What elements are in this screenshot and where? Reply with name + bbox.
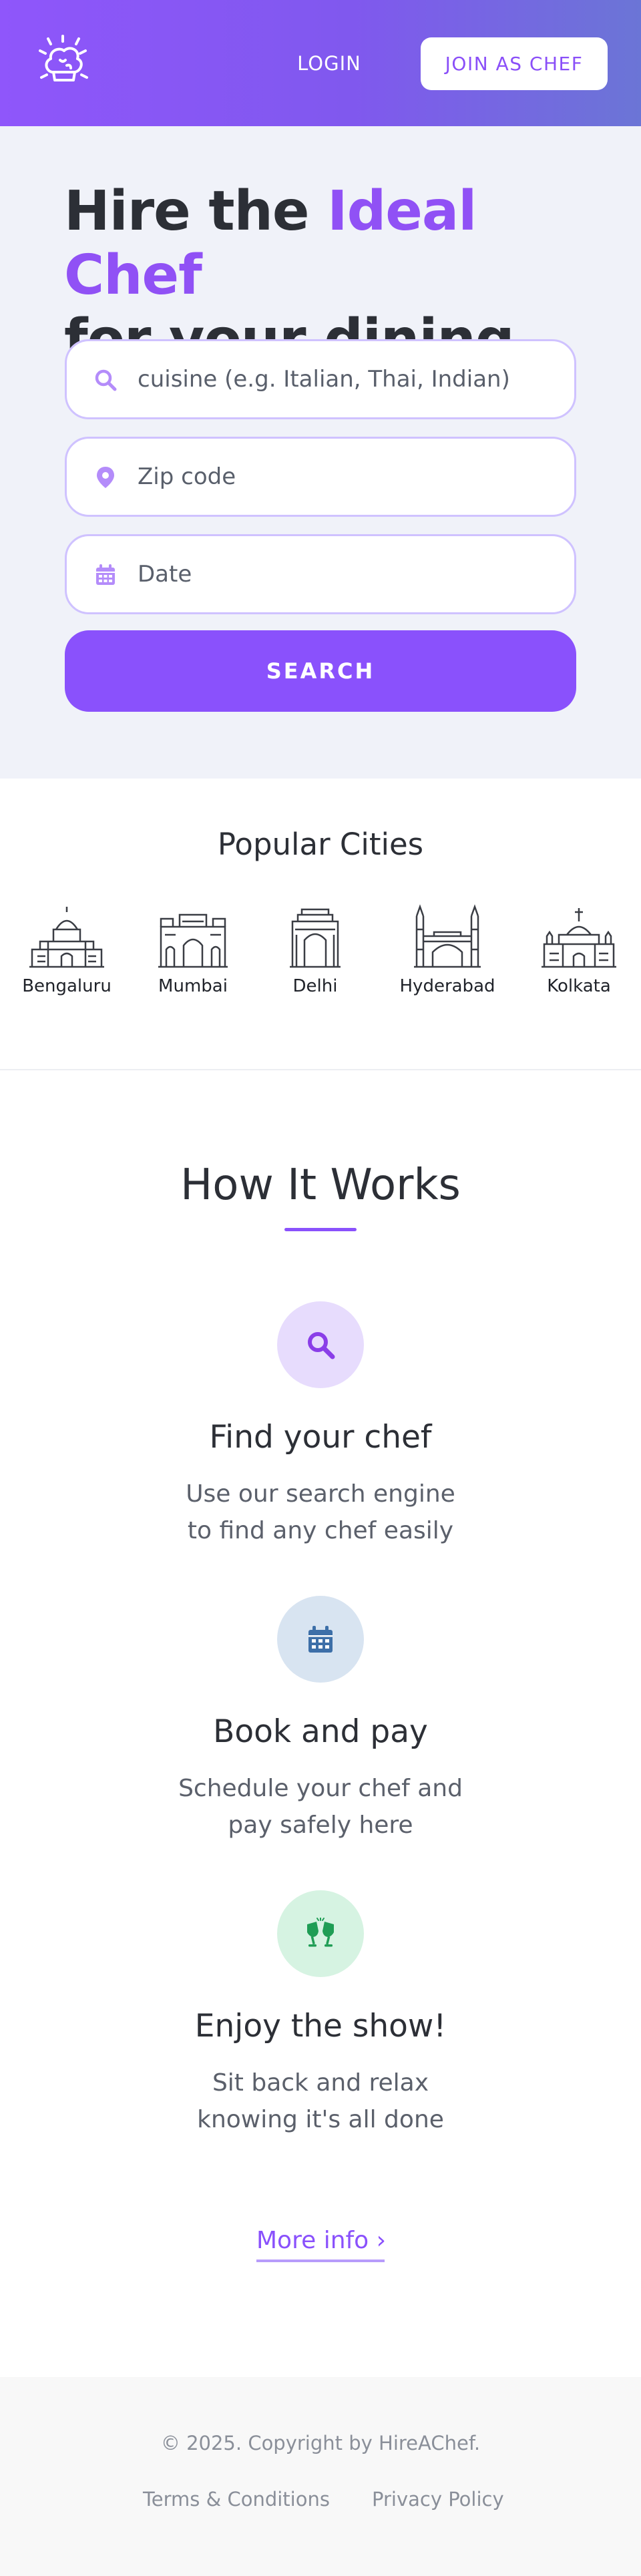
mumbai-gateway-icon — [158, 913, 228, 968]
calendar-icon — [308, 1626, 333, 1653]
site-header: LOGIN JOIN AS CHEF — [0, 0, 641, 126]
date-placeholder: Date — [138, 561, 192, 588]
cuisine-placeholder: cuisine (e.g. Italian, Thai, Indian) — [138, 366, 510, 393]
calendar-icon — [93, 563, 118, 587]
zip-placeholder: Zip code — [138, 463, 236, 490]
city-name: Mumbai — [158, 976, 228, 996]
chef-hat-logo-icon[interactable] — [32, 31, 93, 92]
hero-title-part1: Hire the — [64, 180, 328, 243]
delhi-india-gate-icon — [290, 908, 341, 968]
step-description: Use our search engine to find any chef e… — [154, 1476, 487, 1549]
cuisine-search-input[interactable]: cuisine (e.g. Italian, Thai, Indian) — [65, 339, 576, 419]
step-title: Enjoy the show! — [194, 2008, 447, 2045]
copyright-text: © 2025. Copyright by HireAChef. — [160, 2432, 481, 2454]
date-input[interactable]: Date — [65, 534, 576, 614]
step-desc-line: to find any chef easily — [187, 1517, 454, 1544]
privacy-link[interactable]: Privacy Policy — [372, 2488, 504, 2511]
city-name: Bengaluru — [22, 976, 112, 996]
city-hyderabad[interactable]: Hyderabad — [391, 903, 504, 1003]
step-desc-line: knowing it's all done — [197, 2106, 444, 2133]
step-description: Schedule your chef and pay safely here — [154, 1770, 487, 1844]
popular-cities-title: Popular Cities — [217, 827, 424, 862]
city-bengaluru[interactable]: Bengaluru — [10, 903, 124, 1003]
how-it-works-section: How It Works Find your chef Use our sear… — [0, 1070, 641, 2377]
search-button[interactable]: SEARCH — [65, 630, 576, 712]
city-delhi[interactable]: Delhi — [258, 903, 372, 1003]
site-footer: © 2025. Copyright by HireAChef. Terms & … — [0, 2377, 641, 2576]
hyderabad-charminar-icon — [414, 904, 481, 968]
location-pin-icon — [93, 465, 118, 489]
city-name: Delhi — [292, 976, 338, 996]
step-enjoy-icon-circle — [277, 1890, 364, 1977]
city-mumbai[interactable]: Mumbai — [136, 903, 250, 1003]
city-name: Hyderabad — [399, 976, 495, 996]
how-it-works-title: How It Works — [180, 1160, 461, 1210]
popular-cities-section: Popular Cities Bengaluru Mumbai Delhi Hy… — [0, 779, 641, 1070]
glasses-cheers-icon — [307, 1918, 334, 1947]
city-name: Kolkata — [547, 976, 611, 996]
search-icon — [93, 368, 118, 392]
step-description: Sit back and relax knowing it's all done — [154, 2065, 487, 2138]
bengaluru-landmark-icon — [29, 907, 104, 968]
step-find-icon-circle — [277, 1301, 364, 1388]
zip-code-input[interactable]: Zip code — [65, 437, 576, 517]
hero-section: Hire the Ideal Chef for your dining cuis… — [0, 126, 641, 779]
search-icon — [308, 1332, 335, 1359]
step-title: Book and pay — [213, 1713, 428, 1750]
join-as-chef-button[interactable]: JOIN AS CHEF — [421, 37, 608, 90]
login-link[interactable]: LOGIN — [279, 48, 379, 79]
more-info-link[interactable]: More info › — [256, 2222, 386, 2262]
step-desc-line: pay safely here — [228, 1811, 413, 1839]
city-kolkata[interactable]: Kolkata — [522, 903, 636, 1003]
step-title: Find your chef — [209, 1419, 432, 1456]
step-book-icon-circle — [277, 1596, 364, 1683]
step-desc-line: Use our search engine — [186, 1480, 455, 1508]
kolkata-victoria-memorial-icon — [542, 908, 616, 968]
step-desc-line: Sit back and relax — [212, 2069, 429, 2097]
step-desc-line: Schedule your chef and — [178, 1775, 463, 1802]
terms-link[interactable]: Terms & Conditions — [143, 2488, 330, 2511]
title-underline — [284, 1228, 357, 1231]
